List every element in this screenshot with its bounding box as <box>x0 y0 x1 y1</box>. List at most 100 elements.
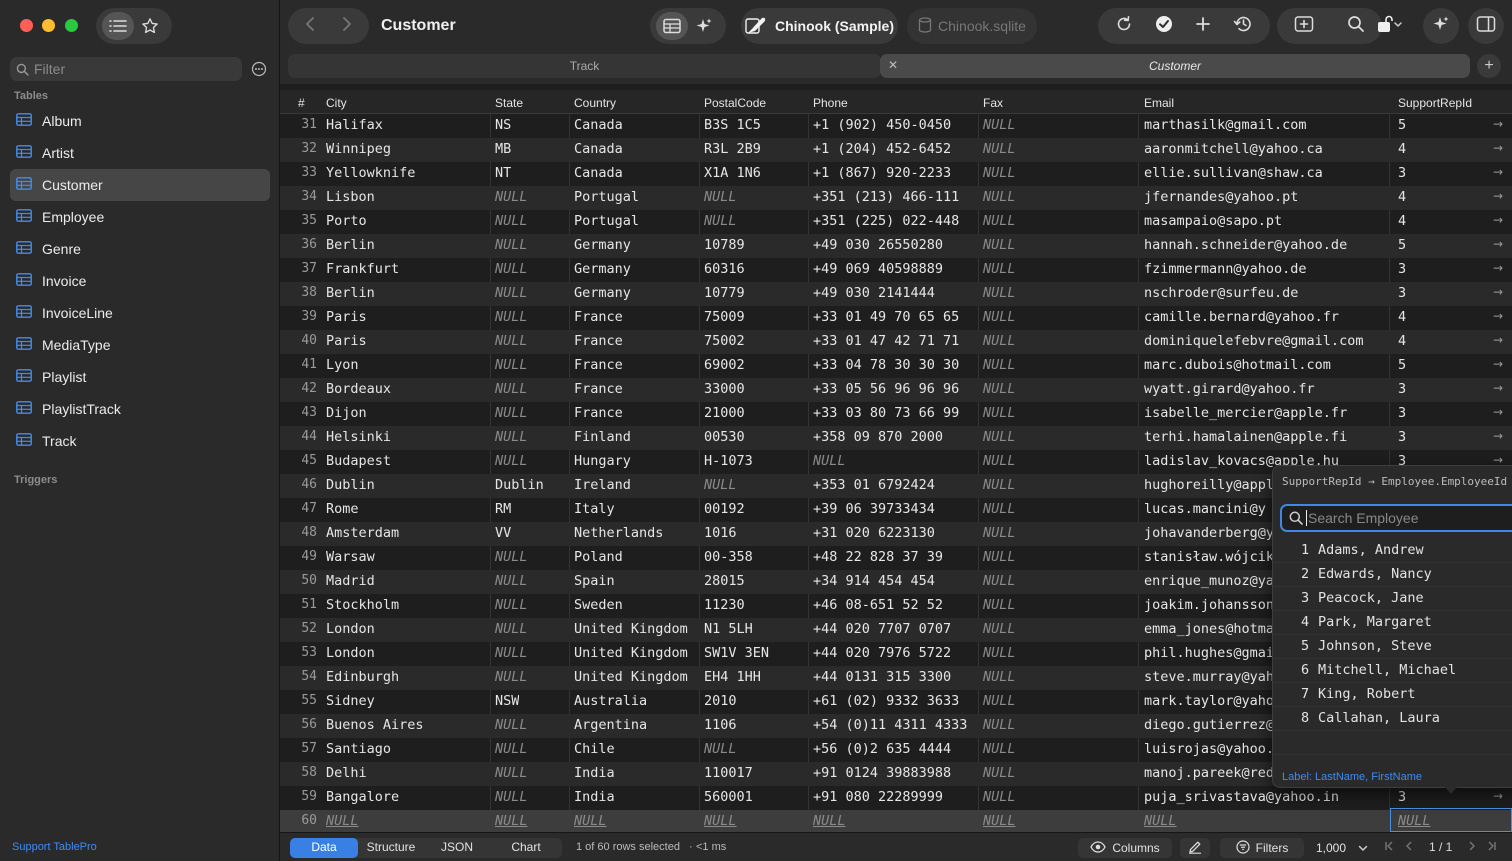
table-cell[interactable]: Dijon <box>326 405 367 421</box>
table-cell[interactable]: Sweden <box>574 597 623 613</box>
table-row[interactable]: 44 Helsinki NULL Finland 00530 +358 09 870 20… <box>280 426 1512 450</box>
table-cell[interactable]: Hungary <box>574 453 631 469</box>
table-cell[interactable]: NULL <box>983 693 1016 709</box>
table-cell[interactable]: NULL <box>1144 813 1177 829</box>
table-cell[interactable]: NULL <box>983 381 1016 397</box>
employee-option[interactable]: 4 Park, Margaret <box>1273 611 1512 635</box>
table-grid-icon[interactable] <box>656 12 688 40</box>
table-cell[interactable]: 10789 <box>704 237 745 253</box>
table-cell[interactable]: Italy <box>574 501 615 517</box>
table-cell[interactable]: 5 <box>1398 237 1406 253</box>
table-cell[interactable]: Germany <box>574 261 631 277</box>
previous-page-icon[interactable] <box>1405 840 1413 855</box>
table-cell[interactable]: 3 <box>1398 381 1406 397</box>
employee-option[interactable]: 3 Peacock, Jane <box>1273 587 1512 611</box>
table-cell[interactable]: masampaio@sapo.pt <box>1144 213 1282 229</box>
table-cell[interactable]: NULL <box>983 405 1016 421</box>
table-cell[interactable]: N1 5LH <box>704 621 753 637</box>
table-cell[interactable]: NULL <box>983 573 1016 589</box>
table-cell[interactable]: Halifax <box>326 117 383 133</box>
table-cell[interactable]: Sidney <box>326 693 375 709</box>
table-cell[interactable]: Helsinki <box>326 429 391 445</box>
table-cell[interactable]: Ireland <box>574 477 631 493</box>
table-cell[interactable]: phil.hughes@gmai <box>1144 645 1274 661</box>
table-cell[interactable]: H-1073 <box>704 453 753 469</box>
table-cell[interactable]: steve.murray@yah <box>1144 669 1274 685</box>
table-cell[interactable]: +1 (902) 450-0450 <box>813 117 951 133</box>
table-cell[interactable]: NULL <box>983 597 1016 613</box>
table-cell[interactable]: Canada <box>574 165 623 181</box>
table-cell[interactable]: Stockholm <box>326 597 399 613</box>
table-cell[interactable]: +39 06 39733434 <box>813 501 935 517</box>
table-cell[interactable]: Paris <box>326 309 367 325</box>
table-cell[interactable]: 00-358 <box>704 549 753 565</box>
filters-button[interactable]: Filters <box>1220 838 1304 858</box>
table-cell[interactable]: NULL <box>495 189 528 205</box>
table-cell[interactable]: NULL <box>495 645 528 661</box>
table-cell[interactable]: 11230 <box>704 597 745 613</box>
table-cell[interactable]: Porto <box>326 213 367 229</box>
employee-option[interactable]: 1 Adams, Andrew <box>1273 539 1512 563</box>
close-window-button[interactable] <box>20 19 33 32</box>
table-cell[interactable]: +351 (225) 022-448 <box>813 213 959 229</box>
sidebar-item-playlisttrack[interactable]: PlaylistTrack <box>10 393 270 425</box>
table-cell[interactable]: dominiquelefebvre@gmail.com <box>1144 333 1363 349</box>
column-header[interactable]: State <box>495 96 523 110</box>
table-cell[interactable]: Berlin <box>326 285 375 301</box>
sidebar-item-customer[interactable]: Customer <box>10 169 270 201</box>
table-cell[interactable]: marthasilk@gmail.com <box>1144 117 1307 133</box>
table-cell[interactable]: NULL <box>983 813 1016 829</box>
sparkle-icon[interactable] <box>688 12 720 40</box>
table-cell[interactable]: United Kingdom <box>574 645 688 661</box>
table-cell[interactable]: NULL <box>495 357 528 373</box>
table-cell[interactable]: NULL <box>983 213 1016 229</box>
arrow-right-icon[interactable]: → <box>1493 237 1503 251</box>
search-icon[interactable] <box>1347 15 1365 38</box>
table-cell[interactable]: London <box>326 621 375 637</box>
connection-selector[interactable]: Chinook (Sample) <box>741 8 898 44</box>
table-cell[interactable]: +49 030 2141444 <box>813 285 935 301</box>
table-cell[interactable]: NULL <box>983 645 1016 661</box>
table-cell[interactable]: 4 <box>1398 309 1406 325</box>
table-cell[interactable]: NULL <box>495 765 528 781</box>
table-cell[interactable]: NULL <box>495 549 528 565</box>
table-cell[interactable]: +1 (204) 452-6452 <box>813 141 951 157</box>
table-cell[interactable]: London <box>326 645 375 661</box>
table-cell[interactable]: nschroder@surfeu.de <box>1144 285 1298 301</box>
table-cell[interactable]: Buenos Aires <box>326 717 424 733</box>
table-row[interactable]: 40 Paris NULL France 75002 +33 01 47 42 71 71… <box>280 330 1512 354</box>
table-cell[interactable]: NULL <box>495 621 528 637</box>
table-cell[interactable]: Netherlands <box>574 525 663 541</box>
view-tab-data[interactable]: Data <box>290 838 358 858</box>
table-cell[interactable]: Poland <box>574 549 623 565</box>
sidebar-item-artist[interactable]: Artist <box>10 137 270 169</box>
lock-menu[interactable] <box>1368 8 1412 44</box>
table-cell[interactable]: NULL <box>983 669 1016 685</box>
table-cell[interactable]: NULL <box>495 405 528 421</box>
table-cell[interactable]: 75009 <box>704 309 745 325</box>
table-cell[interactable]: mark.taylor@yaho <box>1144 693 1274 709</box>
table-cell[interactable]: 33000 <box>704 381 745 397</box>
table-cell[interactable]: 75002 <box>704 333 745 349</box>
view-tab-chart[interactable]: Chart <box>490 838 562 858</box>
table-cell[interactable]: Bordeaux <box>326 381 391 397</box>
table-cell[interactable]: NULL <box>495 213 528 229</box>
commit-check-icon[interactable] <box>1155 15 1173 38</box>
table-cell[interactable]: +44 020 7707 0707 <box>813 621 951 637</box>
table-cell[interactable]: 3 <box>1398 285 1406 301</box>
table-cell[interactable]: johavanderberg@y <box>1144 525 1274 541</box>
table-cell[interactable]: NULL <box>495 237 528 253</box>
column-header[interactable]: PostalCode <box>704 96 766 110</box>
table-cell[interactable]: NULL <box>983 285 1016 301</box>
table-cell[interactable]: 3 <box>1398 165 1406 181</box>
table-row[interactable]: 41 Lyon NULL France 69002 +33 04 78 30 30 30 N… <box>280 354 1512 378</box>
table-cell[interactable]: NULL <box>983 549 1016 565</box>
columns-button[interactable]: Columns <box>1078 838 1172 858</box>
table-cell[interactable]: Budapest <box>326 453 391 469</box>
table-row[interactable]: 42 Bordeaux NULL France 33000 +33 05 56 96 96… <box>280 378 1512 402</box>
table-cell[interactable]: NULL <box>704 189 737 205</box>
table-cell[interactable]: NSW <box>495 693 519 709</box>
table-cell[interactable]: 21000 <box>704 405 745 421</box>
table-cell[interactable]: NULL <box>495 669 528 685</box>
table-cell[interactable]: NULL <box>326 813 359 829</box>
